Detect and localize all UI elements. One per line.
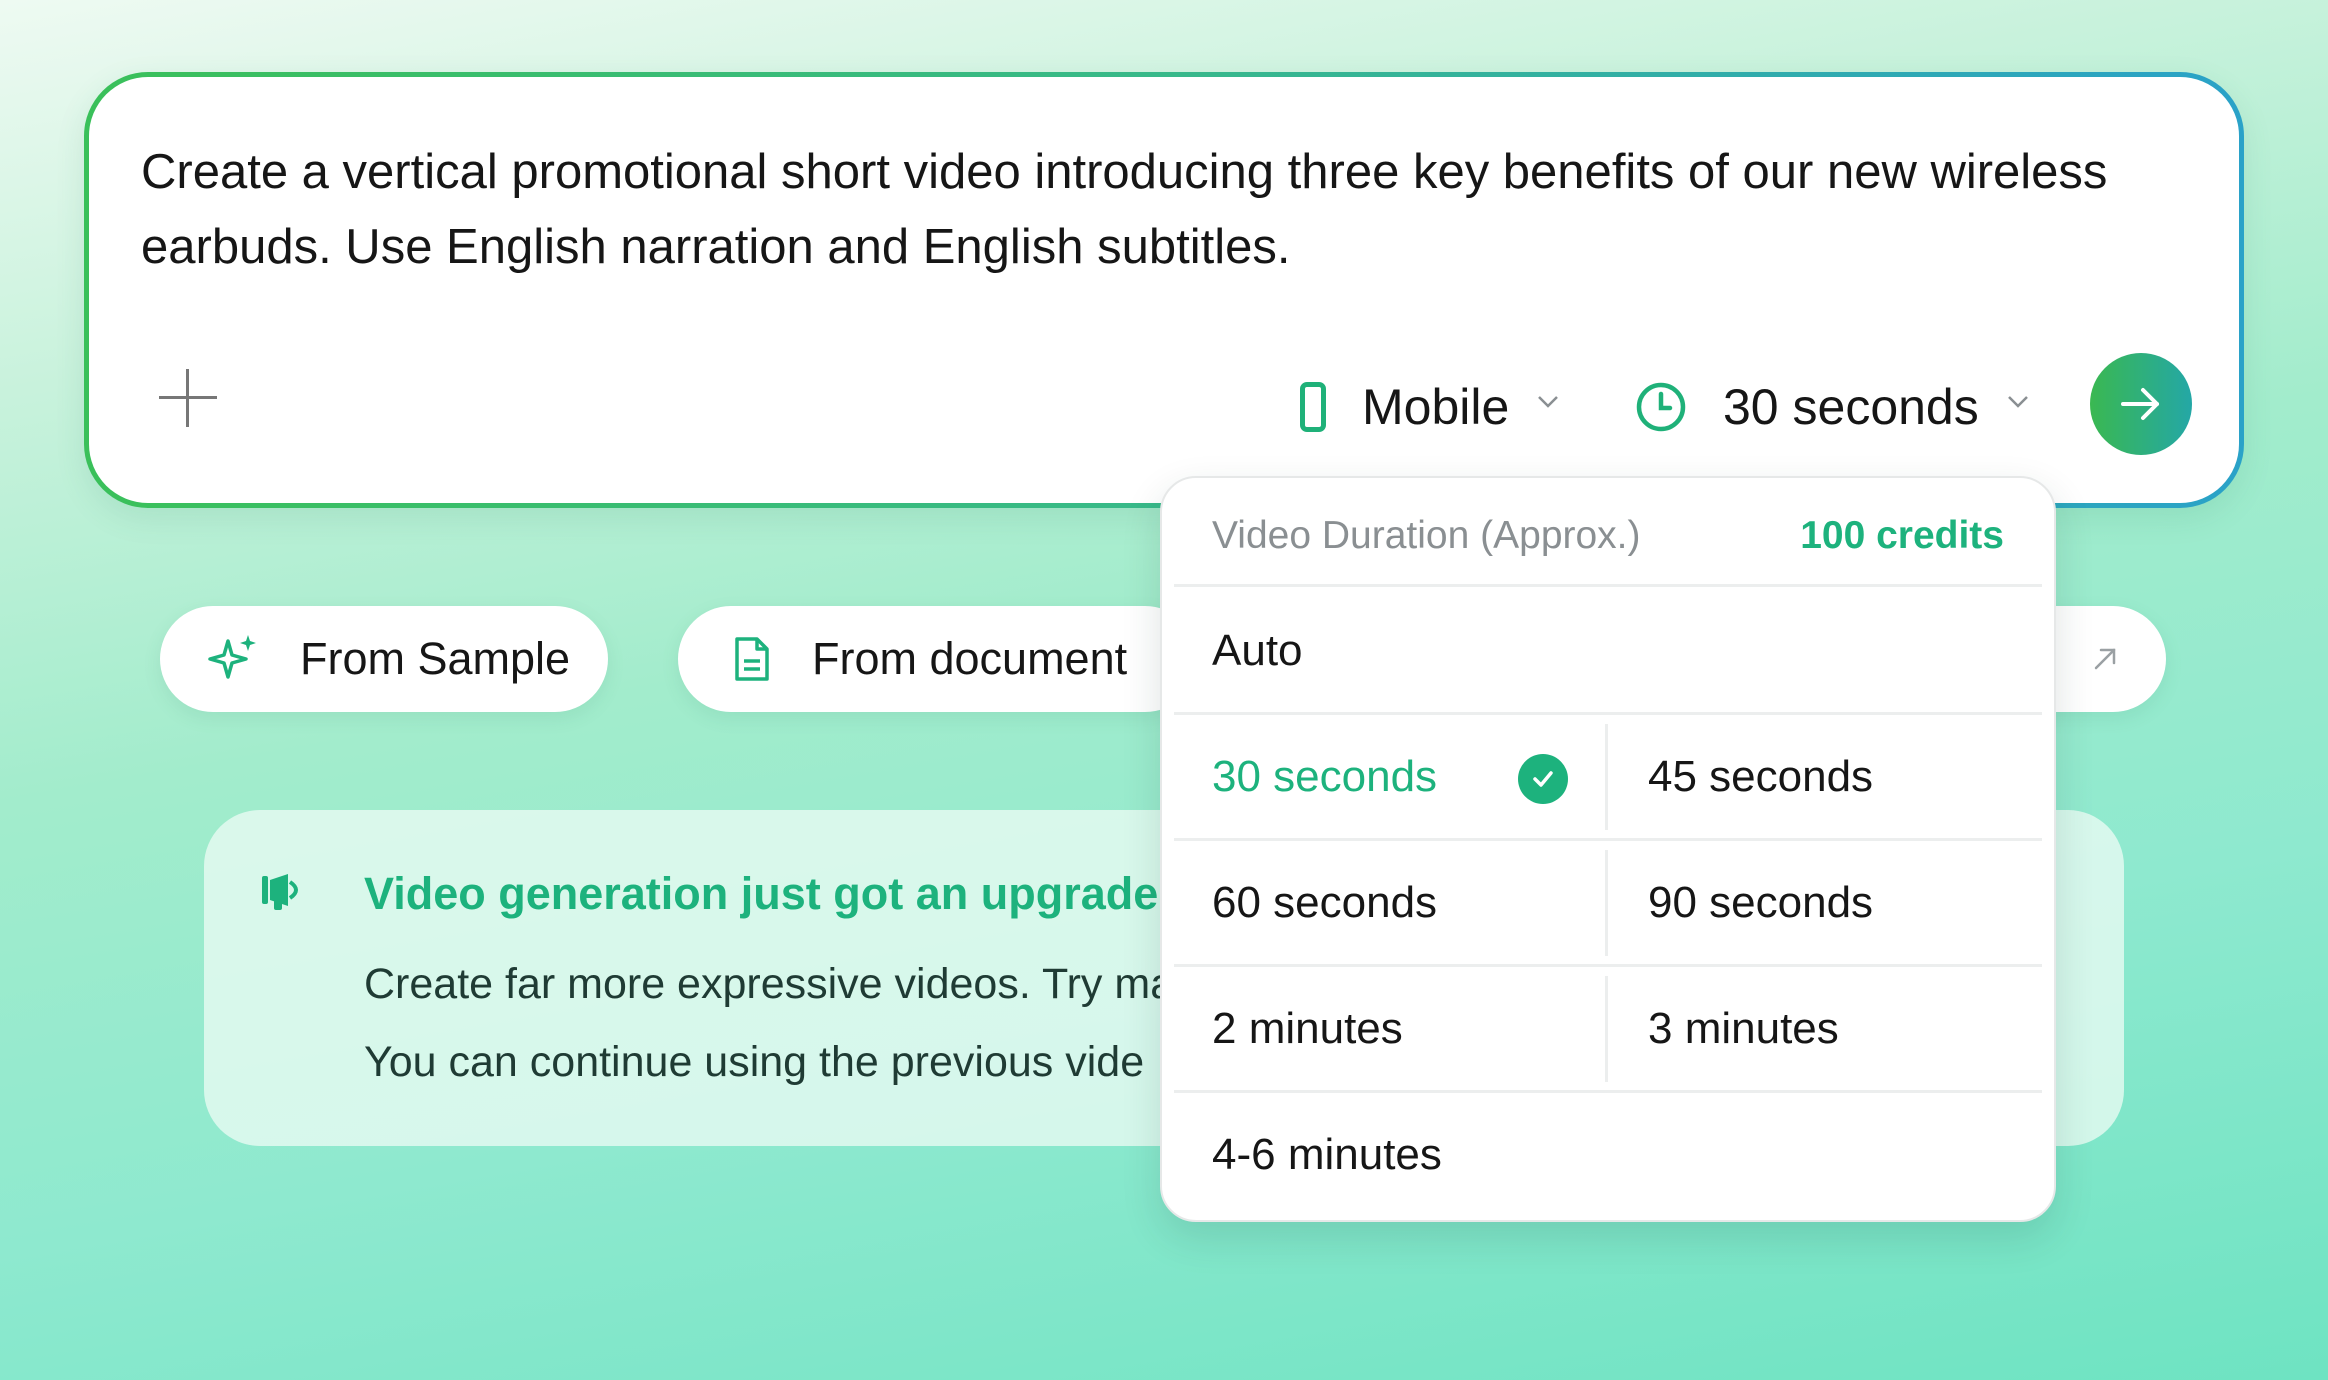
option-label: 60 seconds bbox=[1212, 878, 1438, 927]
from-sample-button[interactable]: From Sample bbox=[160, 606, 608, 712]
option-label: 90 seconds bbox=[1648, 878, 1874, 927]
duration-option-45s[interactable]: 45 seconds bbox=[1598, 714, 2054, 840]
from-sample-label: From Sample bbox=[300, 633, 571, 684]
add-attachment-button[interactable] bbox=[159, 369, 217, 427]
duration-option-90s[interactable]: 90 seconds bbox=[1598, 840, 2054, 966]
duration-dropdown: Video Duration (Approx.) 100 credits Aut… bbox=[1160, 476, 2056, 1222]
send-button[interactable] bbox=[2090, 353, 2192, 455]
format-selector[interactable]: Mobile bbox=[1300, 377, 1559, 437]
prompt-composer: Create a vertical promotional short vide… bbox=[84, 72, 2244, 508]
duration-option-60s[interactable]: 60 seconds bbox=[1162, 840, 1596, 966]
dropdown-header: Video Duration (Approx.) 100 credits bbox=[1162, 478, 2054, 586]
option-label: 4-6 minutes bbox=[1212, 1130, 1442, 1179]
option-label: Auto bbox=[1212, 626, 1303, 675]
from-document-button[interactable]: From document bbox=[678, 606, 1198, 712]
sparkle-icon bbox=[208, 633, 260, 685]
from-document-label: From document bbox=[812, 633, 1128, 684]
credits-badge: 100 credits bbox=[1800, 514, 2004, 557]
duration-selector[interactable]: 30 seconds bbox=[1635, 377, 2029, 437]
prompt-input[interactable]: Create a vertical promotional short vide… bbox=[141, 135, 2201, 285]
arrow-right-icon bbox=[2121, 388, 2159, 420]
duration-option-3m[interactable]: 3 minutes bbox=[1598, 966, 2054, 1092]
check-icon bbox=[1518, 754, 1568, 804]
duration-option-auto[interactable]: Auto bbox=[1162, 588, 2054, 714]
option-label: 2 minutes bbox=[1212, 1004, 1403, 1053]
duration-option-4-6m[interactable]: 4-6 minutes bbox=[1162, 1092, 2054, 1218]
option-label: 3 minutes bbox=[1648, 1004, 1839, 1053]
prompt-box[interactable]: Create a vertical promotional short vide… bbox=[89, 77, 2239, 503]
notice-line: Create far more expressive videos. Try m… bbox=[364, 960, 1175, 1008]
notice-title: Video generation just got an upgrade! bbox=[364, 868, 1174, 919]
megaphone-icon bbox=[262, 874, 298, 910]
chevron-down-icon bbox=[1538, 396, 1559, 408]
notice-line: You can continue using the previous vide bbox=[364, 1038, 1145, 1086]
clock-icon bbox=[1636, 382, 1686, 432]
dropdown-title: Video Duration (Approx.) bbox=[1212, 514, 1641, 557]
duration-label: 30 seconds bbox=[1723, 379, 1979, 435]
format-label: Mobile bbox=[1362, 379, 1510, 435]
divider bbox=[1174, 584, 2042, 587]
duration-option-30s[interactable]: 30 seconds bbox=[1162, 714, 1596, 840]
arrow-up-right-icon bbox=[2094, 648, 2116, 670]
option-label: 30 seconds bbox=[1212, 752, 1438, 801]
option-label: 45 seconds bbox=[1648, 752, 1874, 801]
document-icon bbox=[732, 636, 772, 682]
mobile-phone-icon bbox=[1300, 382, 1326, 432]
chevron-down-icon bbox=[2007, 396, 2028, 408]
duration-option-2m[interactable]: 2 minutes bbox=[1162, 966, 1596, 1092]
